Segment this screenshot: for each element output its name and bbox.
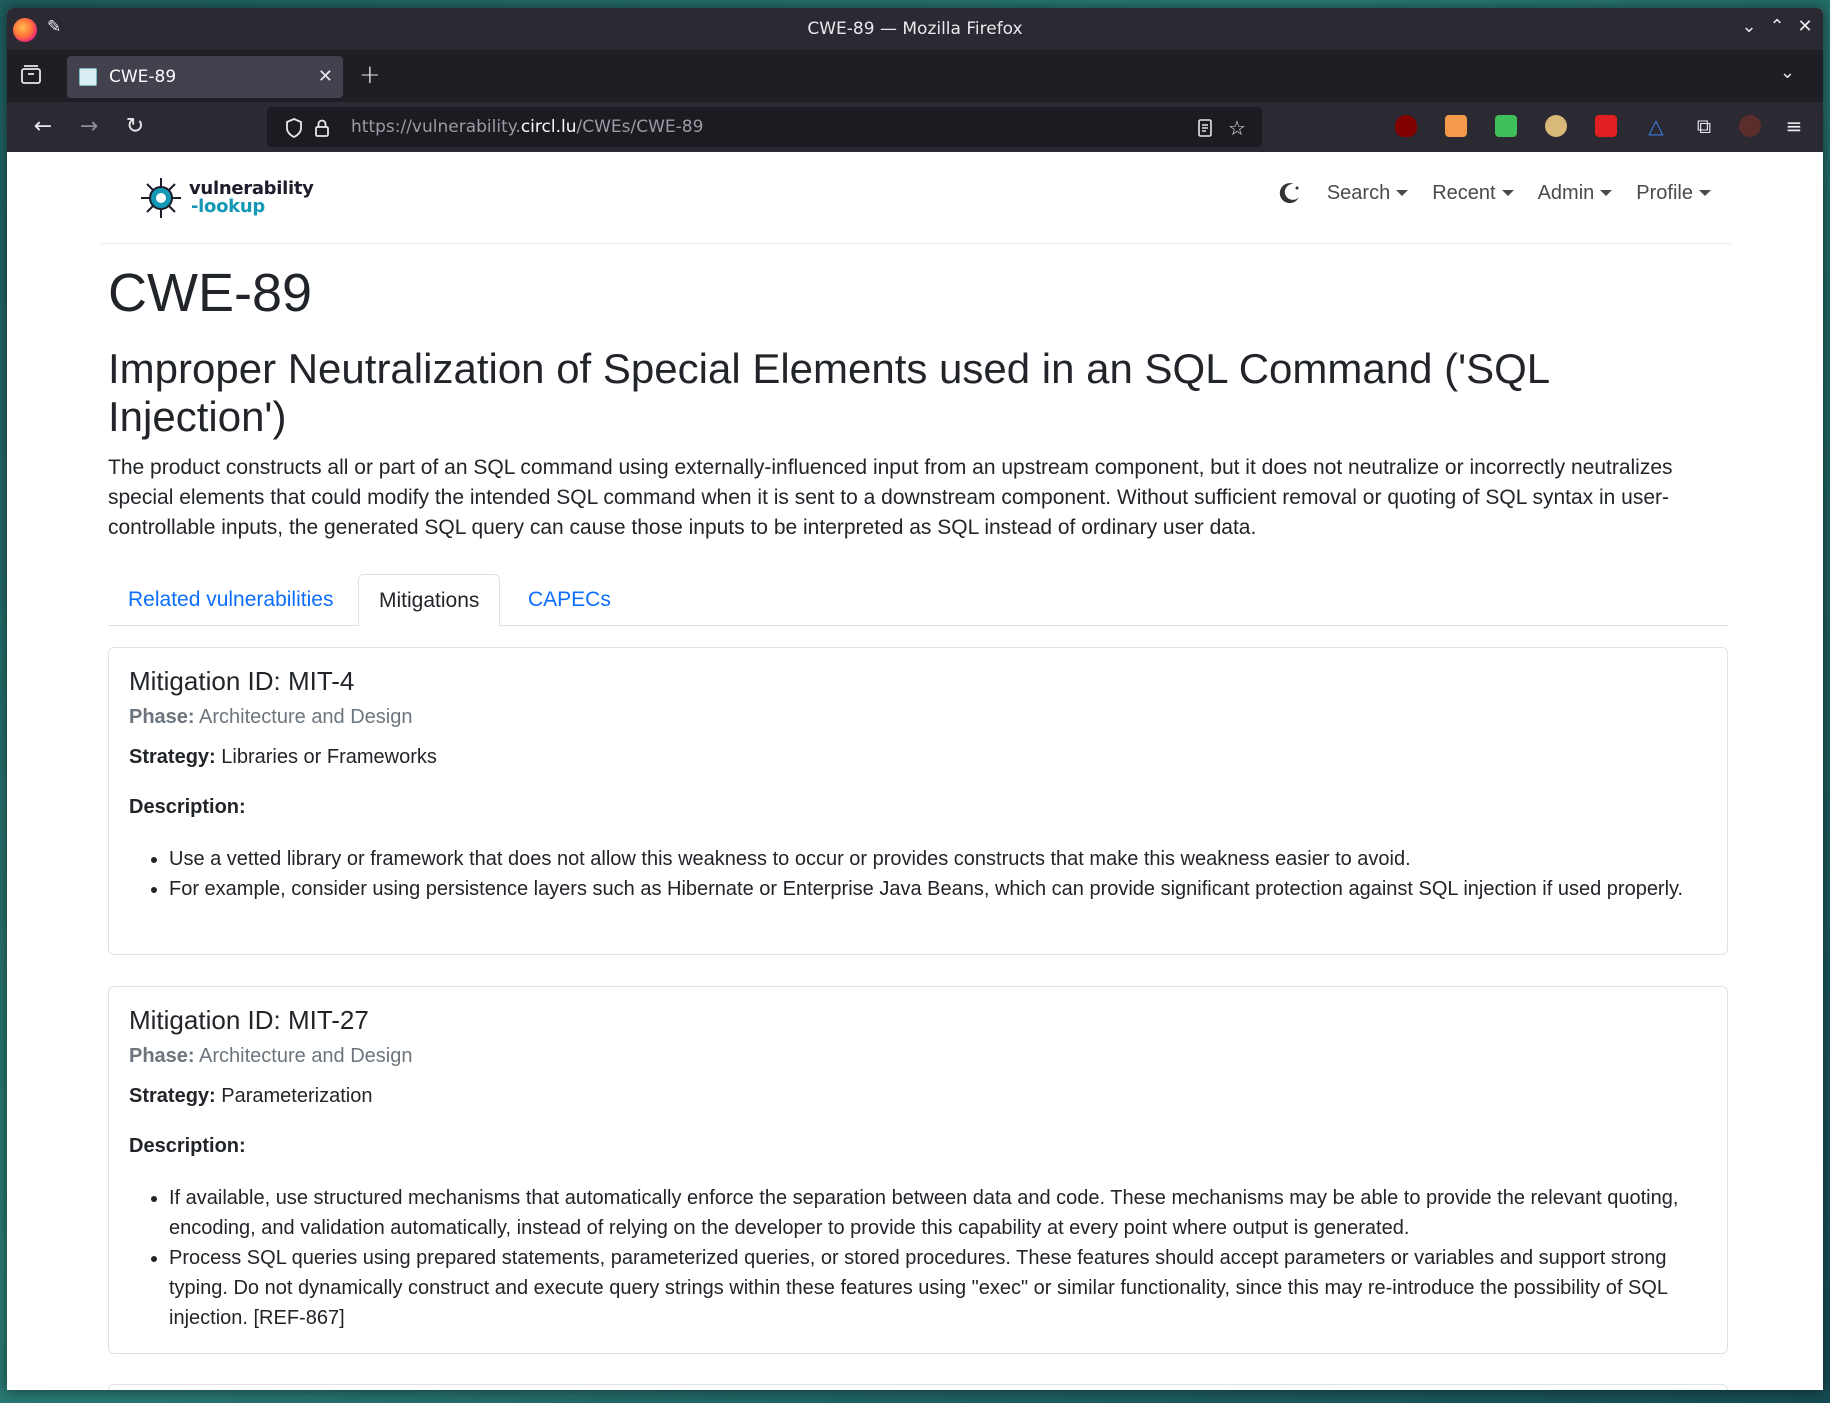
logo-text-2: -lookup [191,196,265,217]
list-item: For example, consider using persistence … [169,874,1709,904]
minimize-icon[interactable]: ⌄ [1737,16,1761,37]
url-bar[interactable]: https://vulnerability.circl.lu/CWEs/CWE-… [267,107,1262,147]
mitigation-card: Mitigation ID: MIT-4 Phase: Architecture… [108,647,1728,955]
extension-orange-icon[interactable] [1445,115,1467,137]
nav-bar: ← → ↻ https://vulnerability.circl.lu/CWE… [7,102,1823,152]
ublock-icon[interactable] [1395,115,1417,137]
phase-value: Architecture and Design [199,706,413,728]
list-item: If available, use structured mechanisms … [169,1183,1709,1243]
mitigation-description-list: Use a vetted library or framework that d… [169,844,1709,904]
app-menu-icon[interactable]: ≡ [1783,115,1805,137]
site-logo[interactable]: vulnerability -lookup [139,174,314,222]
phase-label: Phase: [129,706,195,728]
mitigation-phase: Phase: Architecture and Design [129,1045,413,1068]
phase-value: Architecture and Design [199,1045,413,1067]
window-title: CWE-89 — Mozilla Firefox [807,19,1023,39]
extension-green-icon[interactable] [1495,115,1517,137]
strategy-label: Strategy: [129,746,216,768]
mitigation-phase: Phase: Architecture and Design [129,706,413,729]
description-label: Description: [129,1135,246,1157]
site-navbar: vulnerability -lookup Search Recent Admi… [101,152,1731,244]
favicon-icon [79,68,97,86]
shield-icon[interactable] [283,117,305,139]
url-domain: circl.lu [520,117,577,137]
tab-capecs[interactable]: CAPECs [508,574,631,626]
reader-view-icon[interactable] [1194,117,1216,139]
maximize-icon[interactable]: ⌃ [1765,16,1789,37]
tab-mitigations[interactable]: Mitigations [358,574,501,627]
extension-triangle-icon[interactable]: △ [1645,115,1667,137]
url-text: https://vulnerability.circl.lu/CWEs/CWE-… [351,107,703,147]
caret-down-icon [1396,190,1409,197]
site-menu: Search Recent Admin Profile [1277,180,1711,206]
extension-eye-icon[interactable] [1545,115,1567,137]
strategy-value: Parameterization [221,1085,373,1107]
reload-icon[interactable]: ↻ [119,111,151,143]
strategy-value: Libraries or Frameworks [221,746,437,768]
browser-window: ✎ CWE-89 — Mozilla Firefox ⌄ ⌃ ✕ CWE-89 … [7,8,1823,1390]
menu-profile-label: Profile [1636,181,1693,204]
browser-tab[interactable]: CWE-89 ✕ [67,56,343,98]
caret-down-icon [1501,190,1514,197]
menu-admin[interactable]: Admin [1538,182,1613,205]
menu-recent-label: Recent [1432,181,1496,204]
back-icon[interactable]: ← [27,111,59,143]
caret-down-icon [1699,190,1711,197]
virus-logo-icon [141,178,181,218]
strategy-label: Strategy: [129,1085,216,1107]
extensions-puzzle-icon[interactable]: ⧉ [1693,115,1715,137]
content-tabs: Related vulnerabilities Mitigations CAPE… [108,574,1728,627]
cwe-name: Improper Neutralization of Special Eleme… [108,345,1549,440]
menu-recent[interactable]: Recent [1432,181,1514,205]
caret-down-icon [1600,190,1613,197]
menu-admin-label: Admin [1537,181,1595,204]
mitigation-title: Mitigation ID: MIT-27 [129,1005,369,1035]
bookmark-star-icon[interactable]: ☆ [1226,117,1248,139]
url-prefix: https://vulnerability. [351,117,521,137]
tab-overview-icon[interactable] [19,63,43,87]
menu-profile[interactable]: Profile [1636,182,1711,205]
new-tab-icon[interactable]: + [359,60,381,90]
web-page: vulnerability -lookup Search Recent Admi… [7,152,1823,1390]
mitigation-strategy: Strategy: Libraries or Frameworks [129,746,437,769]
mitigation-card-partial [108,1384,1728,1390]
page-title: CWE-89 [108,263,313,323]
lock-icon[interactable] [311,117,333,139]
forward-icon[interactable]: → [73,111,105,143]
list-item: Use a vetted library or framework that d… [169,844,1709,874]
mitigation-description-list: If available, use structured mechanisms … [169,1183,1709,1333]
tab-related-vulnerabilities[interactable]: Related vulnerabilities [108,574,353,626]
title-bar: ✎ CWE-89 — Mozilla Firefox ⌄ ⌃ ✕ [7,8,1823,50]
cwe-description: The product constructs all or part of an… [108,456,1673,539]
close-tab-icon[interactable]: ✕ [318,56,333,98]
menu-search[interactable]: Search [1326,181,1409,205]
url-path: /CWEs/CWE-89 [576,117,704,137]
mitigation-card: Mitigation ID: MIT-27 Phase: Architectur… [108,986,1728,1354]
tab-strip: CWE-89 ✕ + ⌄ [7,50,1823,102]
phase-label: Phase: [129,1045,195,1067]
mitigation-title: Mitigation ID: MIT-4 [129,666,355,696]
list-tabs-icon[interactable]: ⌄ [1780,62,1795,83]
tab-label: CWE-89 [109,67,177,87]
menu-search-label: Search [1326,181,1391,204]
profile-avatar-icon[interactable] [1739,115,1761,137]
mitigation-strategy: Strategy: Parameterization [129,1085,372,1108]
description-label: Description: [129,796,246,818]
list-item: Process SQL queries using prepared state… [169,1243,1709,1333]
close-window-icon[interactable]: ✕ [1793,16,1817,37]
theme-toggle-icon[interactable] [1277,180,1303,206]
extension-red-icon[interactable] [1595,115,1617,137]
